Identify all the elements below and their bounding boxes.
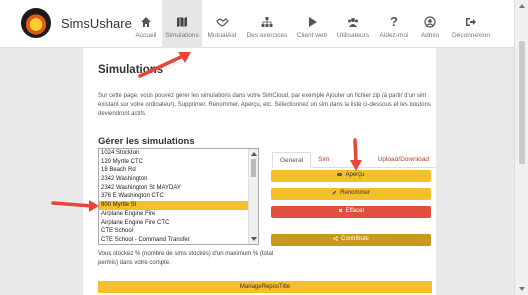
page-scrollbar[interactable] — [514, 0, 528, 295]
tab-sim-embedding[interactable]: Sim Embedding — [311, 152, 371, 179]
rename-button[interactable]: Renommer — [271, 188, 431, 200]
pencil-icon — [332, 190, 337, 194]
nav-item-des-exercices[interactable]: Des exercices — [242, 0, 292, 48]
scroll-down-icon[interactable] — [519, 287, 525, 291]
close-icon — [338, 208, 342, 212]
page-title: Simulations — [98, 64, 164, 76]
storage-quota-text: Vous stockez % (nombre de sims stockés) … — [98, 251, 274, 266]
list-item[interactable]: CTE School - Command Transfer — [99, 236, 249, 244]
sign-out-icon — [466, 18, 476, 26]
nav-label: Utilisateurs — [336, 32, 370, 39]
nav-item-utilisateurs[interactable]: Utilisateurs — [332, 0, 374, 48]
nav-item-aidez-moi[interactable]: ? Aidez-moi — [374, 0, 414, 48]
main-content: Simulations Sur cette page, vous pouvez … — [83, 48, 436, 295]
nav-label: MutualAid — [207, 32, 237, 39]
nav-label: Admin — [420, 32, 440, 39]
home-icon — [141, 17, 151, 27]
nav-label: Déconnexion — [452, 32, 490, 39]
nav-item-mutualaid[interactable]: MutualAid — [202, 0, 242, 48]
main-nav: Accueil Simulations MutualAid Des exerci… — [130, 0, 496, 48]
play-icon — [309, 17, 317, 27]
section-title: Gérer les simulations — [98, 136, 195, 147]
question-icon: ? — [390, 14, 398, 29]
nav-item-admin[interactable]: Admin — [414, 0, 446, 48]
delete-button[interactable]: Effacer — [271, 206, 431, 218]
preview-label: Aperçu — [345, 172, 365, 178]
simulation-list: 1024 Stockton 120 Myrtle CTC 18 Beach Rd 23… — [99, 149, 249, 244]
list-item[interactable]: 120 Myrtle CTC — [99, 158, 249, 167]
user-circle-icon — [424, 16, 436, 28]
contribute-button[interactable]: Contribute — [271, 234, 431, 246]
delete-label: Effacer — [345, 208, 365, 214]
manage-repos-button[interactable]: ManageReposTitle — [98, 281, 432, 293]
logo[interactable] — [21, 8, 51, 38]
nav-label: Des exercices — [246, 32, 288, 39]
nav-item-simulations[interactable]: Simulations — [162, 0, 202, 48]
eye-icon — [337, 172, 343, 176]
tab-upload-download[interactable]: Upload/Download — [370, 152, 436, 168]
list-item[interactable]: Airplane Engine Fire — [99, 210, 249, 219]
nav-item-accueil[interactable]: Accueil — [130, 0, 162, 48]
scroll-up-icon[interactable] — [519, 4, 525, 8]
list-item[interactable]: Airplane Engine Fire CTC — [99, 219, 249, 228]
page: SimsUshare Accueil Simulations MutualAid… — [0, 0, 514, 295]
tab-bar: General Sim Embedding Upload/Download — [272, 152, 436, 179]
tab-general[interactable]: General — [272, 152, 312, 168]
list-item[interactable]: 1024 Stockton — [99, 149, 249, 158]
brand-name[interactable]: SimsUshare — [61, 16, 132, 31]
share-icon — [333, 235, 338, 241]
nav-item-client-web[interactable]: Client web — [292, 0, 332, 48]
sitemap-icon — [261, 17, 273, 27]
preview-button[interactable]: Aperçu — [271, 170, 431, 182]
contribute-label: Contribute — [341, 236, 369, 242]
scroll-thumb[interactable] — [519, 41, 525, 164]
simulation-listbox[interactable]: 1024 Stockton 120 Myrtle CTC 18 Beach Rd 23… — [98, 148, 259, 245]
list-item[interactable]: 2342 Washington — [99, 175, 249, 184]
page-description: Sur cette page, vous pouvez gérer les si… — [98, 93, 431, 117]
top-navbar: SimsUshare Accueil Simulations MutualAid… — [0, 0, 514, 48]
scroll-up-icon[interactable] — [251, 152, 257, 156]
list-item[interactable]: 800 Myrtle St — [99, 201, 249, 210]
list-item[interactable]: 2342 Washington St MAYDAY — [99, 184, 249, 193]
list-scrollbar[interactable] — [248, 149, 258, 244]
list-item[interactable]: 376 E Washington CTC — [99, 192, 249, 201]
nav-label: Simulations — [165, 32, 199, 39]
nav-label: Aidez-moi — [379, 32, 409, 39]
scroll-thumb[interactable] — [251, 159, 256, 177]
nav-label: Accueil — [135, 32, 157, 39]
users-icon — [348, 18, 358, 27]
list-item[interactable]: CTE School — [99, 227, 249, 236]
list-item[interactable]: 18 Beach Rd — [99, 166, 249, 175]
map-icon — [177, 17, 187, 27]
nav-item-deconnexion[interactable]: Déconnexion — [446, 0, 496, 48]
scroll-down-icon[interactable] — [251, 237, 257, 241]
rename-label: Renommer — [340, 190, 370, 196]
handshake-icon — [216, 18, 229, 27]
nav-label: Client web — [296, 32, 328, 39]
